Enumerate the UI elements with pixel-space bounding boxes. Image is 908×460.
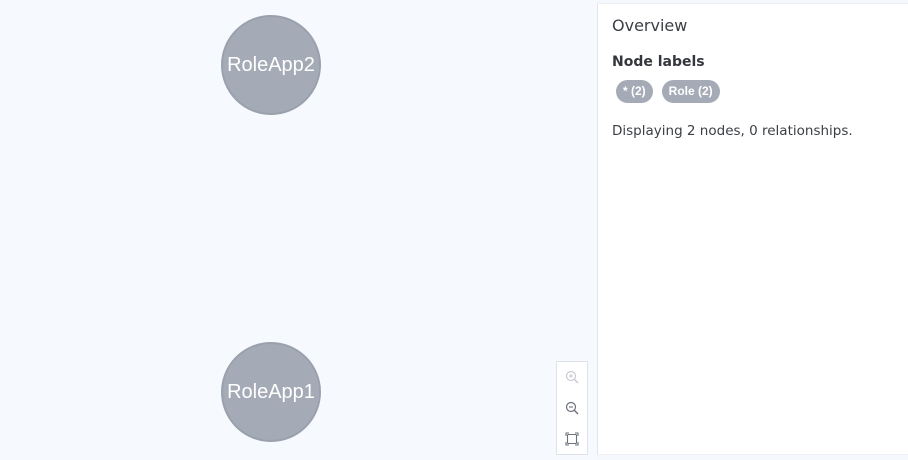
node-labels-list: * (2) Role (2) xyxy=(612,80,908,103)
graph-summary: Displaying 2 nodes, 0 relationships. xyxy=(612,123,853,139)
zoom-in-icon xyxy=(565,371,579,384)
zoom-controls xyxy=(556,361,588,455)
zoom-out-icon xyxy=(565,401,579,415)
panel-title: Overview xyxy=(612,16,688,35)
graph-canvas[interactable]: RoleApp2 RoleApp1 xyxy=(0,0,597,460)
label-pill-all[interactable]: * (2) xyxy=(616,80,653,103)
graph-node[interactable]: RoleApp1 xyxy=(221,342,321,442)
fit-to-screen-button[interactable] xyxy=(562,429,582,449)
fit-to-screen-icon xyxy=(565,432,579,446)
node-caption: RoleApp2 xyxy=(227,53,315,76)
graph-node[interactable]: RoleApp2 xyxy=(221,15,321,115)
label-pill-role[interactable]: Role (2) xyxy=(661,80,720,103)
zoom-out-button[interactable] xyxy=(562,398,582,418)
node-caption: RoleApp1 xyxy=(227,380,315,403)
zoom-in-button[interactable] xyxy=(562,367,582,387)
node-labels-heading: Node labels xyxy=(612,54,705,70)
overview-panel: Overview Node labels * (2) Role (2) Disp… xyxy=(597,3,908,455)
